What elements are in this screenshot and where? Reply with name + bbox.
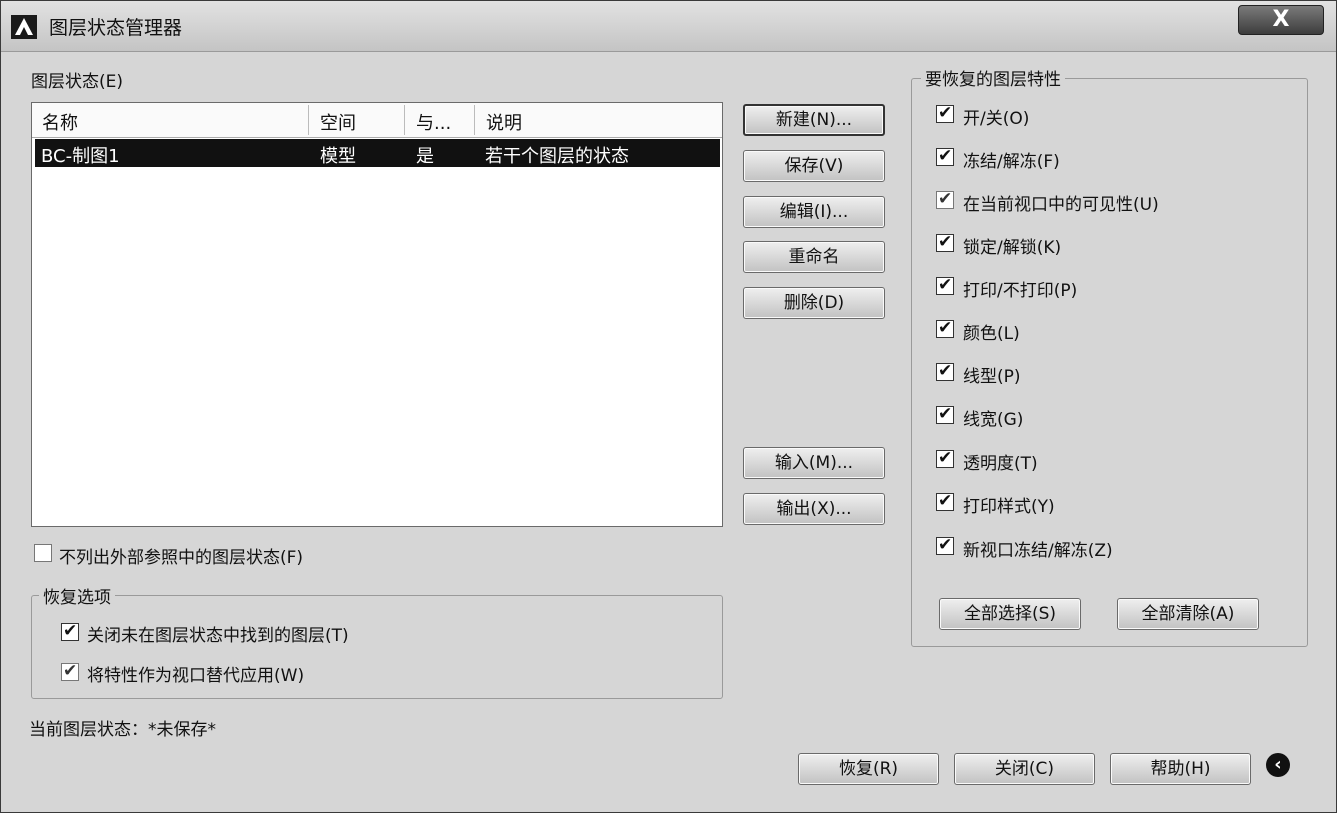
apply-as-viewport-override-label: 将特性作为视口替代应用(W) xyxy=(87,666,305,686)
restore-options-title: 恢复选项 xyxy=(39,583,115,608)
column-separator[interactable] xyxy=(474,105,475,135)
column-header-space[interactable]: 空间 xyxy=(320,109,356,135)
property-on-off-label: 开/关(O) xyxy=(963,109,1030,129)
save-button[interactable]: 保存(V) xyxy=(743,150,885,182)
property-lineweight-checkbox[interactable] xyxy=(936,404,954,424)
restore-button[interactable]: 恢复(R) xyxy=(798,753,939,785)
property-linetype-label: 线型(P) xyxy=(963,367,1021,387)
current-layer-state: 当前图层状态：*未保存* xyxy=(29,720,216,740)
property-plot-style-checkbox[interactable] xyxy=(936,491,954,511)
property-lock-unlock-label: 锁定/解锁(K) xyxy=(963,238,1062,258)
row-description: 若干个图层的状态 xyxy=(485,146,629,167)
layer-states-manager-dialog: 图层状态管理器 X 图层状态(E) 名称 空间 与... 说明 BC-制图1 模… xyxy=(0,0,1337,813)
rename-button[interactable]: 重命名 xyxy=(743,241,885,273)
property-viewport-visibility-checkbox[interactable] xyxy=(936,189,954,209)
exclude-xref-checkbox[interactable] xyxy=(34,544,52,562)
title-bar: 图层状态管理器 X xyxy=(1,1,1336,52)
property-lineweight-label: 线宽(G) xyxy=(963,410,1024,430)
close-window-button[interactable]: X xyxy=(1238,5,1324,35)
property-freeze-thaw-label: 冻结/解冻(F) xyxy=(963,152,1060,172)
row-space: 模型 xyxy=(320,146,356,167)
column-header-name[interactable]: 名称 xyxy=(42,109,78,135)
property-color-label: 颜色(L) xyxy=(963,324,1020,344)
property-transparency-label: 透明度(T) xyxy=(963,454,1038,474)
delete-button[interactable]: 删除(D) xyxy=(743,287,885,319)
property-lock-unlock-checkbox[interactable] xyxy=(936,232,954,252)
close-button[interactable]: 关闭(C) xyxy=(954,753,1095,785)
help-button[interactable]: 帮助(H) xyxy=(1110,753,1251,785)
close-missing-layers-label: 关闭未在图层状态中找到的图层(T) xyxy=(87,626,349,646)
layer-states-label: 图层状态(E) xyxy=(31,72,124,92)
property-linetype-checkbox[interactable] xyxy=(936,361,954,381)
column-header-description[interactable]: 说明 xyxy=(486,109,522,135)
apply-as-viewport-override-checkbox[interactable] xyxy=(61,661,79,681)
property-plot-noplot-label: 打印/不打印(P) xyxy=(963,281,1078,301)
clear-all-button[interactable]: 全部清除(A) xyxy=(1117,598,1259,630)
import-button[interactable]: 输入(M)... xyxy=(743,447,885,479)
property-transparency-checkbox[interactable] xyxy=(936,448,954,468)
property-color-checkbox[interactable] xyxy=(936,318,954,338)
window-title: 图层状态管理器 xyxy=(49,17,183,39)
row-same: 是 xyxy=(416,146,434,167)
close-missing-layers-checkbox[interactable] xyxy=(61,621,79,641)
column-header-same[interactable]: 与... xyxy=(416,109,451,135)
list-header: 名称 空间 与... 说明 xyxy=(32,103,722,138)
app-logo-icon xyxy=(11,15,37,39)
new-button[interactable]: 新建(N)... xyxy=(743,104,885,136)
collapse-arrow-icon[interactable]: ‹ xyxy=(1266,753,1290,777)
property-plot-noplot-checkbox[interactable] xyxy=(936,275,954,295)
layer-properties-title: 要恢复的图层特性 xyxy=(921,65,1065,90)
column-separator[interactable] xyxy=(404,105,405,135)
select-all-button[interactable]: 全部选择(S) xyxy=(939,598,1081,630)
exclude-xref-label: 不列出外部参照中的图层状态(F) xyxy=(59,548,304,568)
property-freeze-thaw-checkbox[interactable] xyxy=(936,146,954,166)
property-new-viewport-freeze-checkbox[interactable] xyxy=(936,535,954,555)
layer-states-list[interactable]: 名称 空间 与... 说明 BC-制图1 模型 是 若干个图层的状态 xyxy=(31,102,723,527)
row-name: BC-制图1 xyxy=(41,146,120,167)
edit-button[interactable]: 编辑(I)... xyxy=(743,196,885,228)
property-plot-style-label: 打印样式(Y) xyxy=(963,497,1055,517)
table-row[interactable]: BC-制图1 模型 是 若干个图层的状态 xyxy=(35,139,720,167)
property-new-viewport-freeze-label: 新视口冻结/解冻(Z) xyxy=(963,541,1113,561)
property-viewport-visibility-label: 在当前视口中的可见性(U) xyxy=(963,195,1159,215)
property-on-off-checkbox[interactable] xyxy=(936,103,954,123)
export-button[interactable]: 输出(X)... xyxy=(743,493,885,525)
column-separator[interactable] xyxy=(308,105,309,135)
